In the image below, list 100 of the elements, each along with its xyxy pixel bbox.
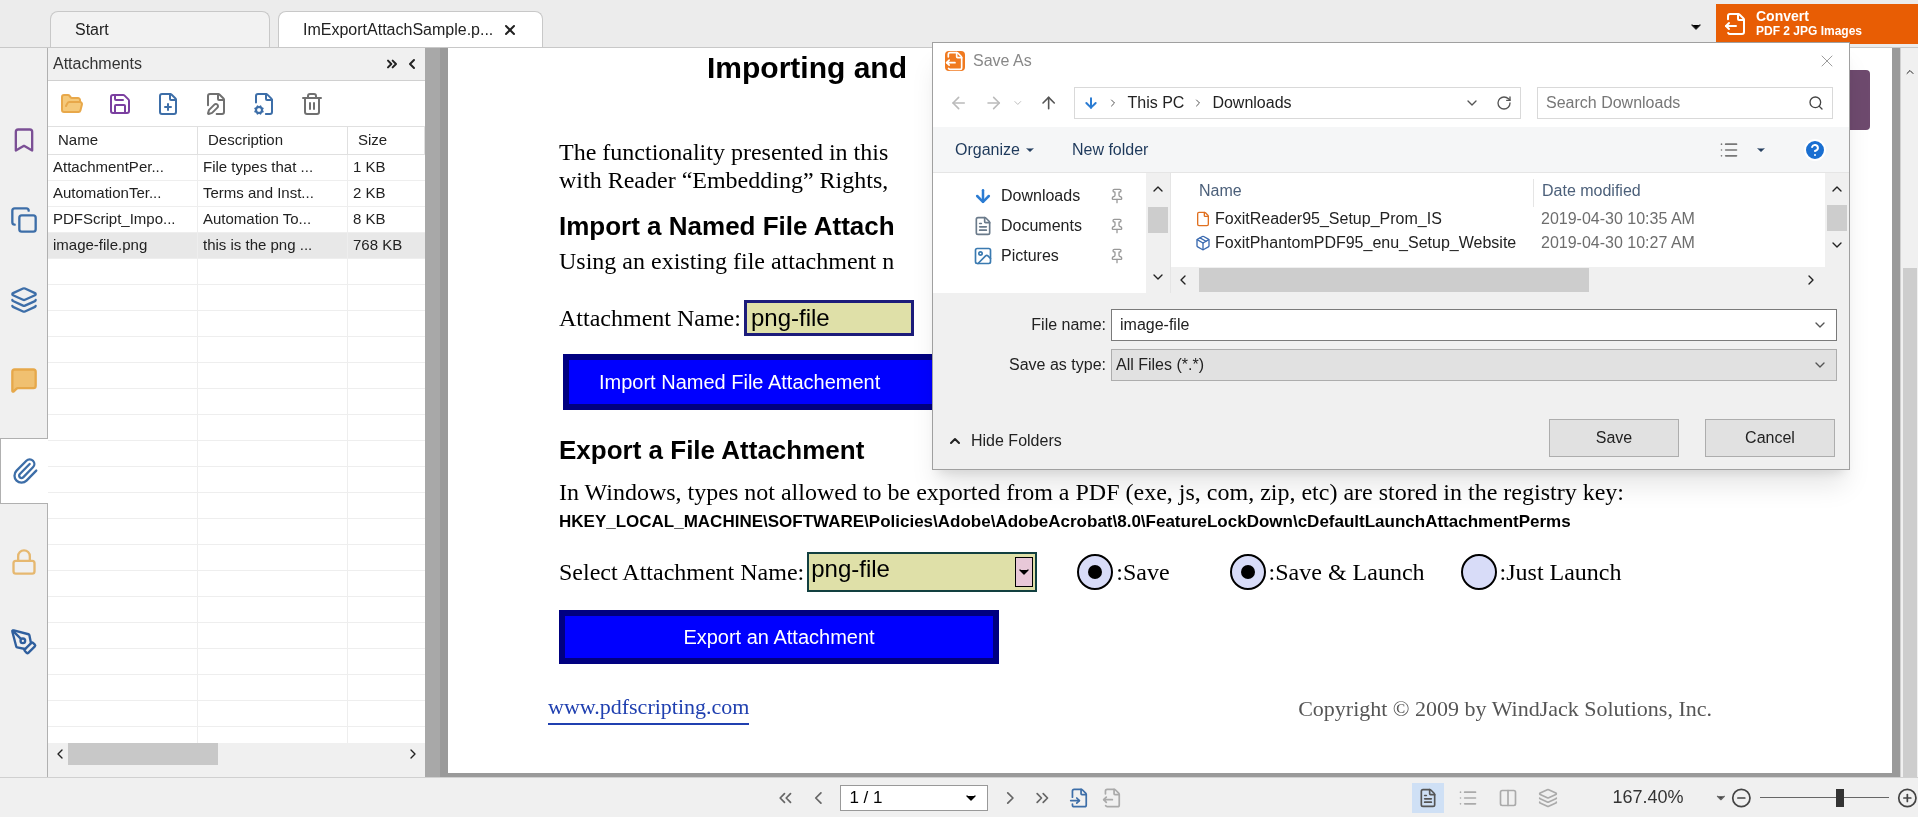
table-cell-text: 768 KB [352, 235, 404, 256]
banner-title: Convert [1756, 9, 1810, 24]
convert-banner[interactable]: Convert PDF 2 JPG Images [1716, 4, 1918, 44]
option-radio[interactable] [1229, 554, 1266, 590]
option-label: :Save [1116, 558, 1170, 587]
section-heading: Import a Named File Attach [559, 210, 895, 242]
attachment-row[interactable]: image-file.png this is the png ... 768 KB [48, 233, 425, 259]
scrollbar-thumb[interactable] [1148, 207, 1168, 233]
edit-file-icon[interactable] [204, 91, 228, 116]
option-label: :Save & Launch [1268, 558, 1425, 587]
paragraph: In Windows, types not allowed to be exported from a PDF (exe, js, com, zip, etc) are stored in the registry key: [559, 478, 1624, 506]
column-header[interactable]: Name [48, 127, 198, 154]
picture-icon [973, 246, 993, 266]
app-icon [945, 51, 965, 71]
lock-icon [10, 548, 38, 576]
dropdown-icon[interactable] [1015, 557, 1034, 587]
tab-label: ImExportAttachSample.p... [303, 19, 494, 40]
file-row[interactable]: FoxitPhantomPDF95_enu_Setup_Website 2019-04-30 10:27 AM [1171, 231, 1825, 255]
file-row[interactable]: FoxitReader95_Setup_Prom_IS 2019-04-30 10:35 AM [1171, 207, 1825, 231]
table-cell-text: 1 KB [352, 157, 387, 178]
export-button[interactable]: Export an Attachment [559, 610, 999, 664]
slider-thumb[interactable] [1836, 788, 1845, 807]
breadcrumb-item[interactable]: This PC [1127, 91, 1185, 115]
continuous-facing-icon [1538, 787, 1559, 808]
new-folder-button[interactable]: New folder [1071, 137, 1149, 162]
trash-icon[interactable] [300, 91, 324, 116]
document-title: Importing and [707, 50, 907, 86]
column-header[interactable]: Name [1171, 179, 1533, 207]
search-field[interactable]: Search Downloads [1537, 87, 1833, 119]
registry-key: HKEY_LOCAL_MACHINE\SOFTWARE\Policies\Adobe\AdobeAcrobat\8.0\FeatureLockDown\cDefaultLaunchAttachmentPerms [559, 510, 1571, 534]
document-tab[interactable]: Start [50, 11, 270, 47]
pin-icon[interactable] [1109, 188, 1125, 204]
nav-item[interactable]: Pictures [973, 245, 1146, 267]
pages-icon [10, 206, 38, 234]
refresh-icon[interactable] [1496, 95, 1512, 111]
table-cell: File types that ... [198, 155, 348, 180]
attachment-row[interactable]: AttachmentPer... File types that ... 1 KB [48, 155, 425, 181]
table-cell: Terms and Inst... [198, 181, 348, 206]
table-cell-text: 8 KB [352, 209, 387, 230]
section-heading: Export a File Attachment [559, 434, 865, 466]
attachment-select[interactable]: png-file [807, 552, 1038, 592]
save-icon[interactable] [108, 91, 132, 116]
hide-folders-button[interactable]: Hide Folders [947, 429, 1062, 453]
single-page-icon [1418, 787, 1439, 808]
comments-icon [10, 366, 38, 394]
table-cell: PDFScript_Impo... [48, 207, 198, 232]
view-mode-button[interactable] [1412, 782, 1445, 813]
convert-icon [1724, 12, 1748, 36]
pin-icon[interactable] [1109, 248, 1125, 264]
scrollbar-thumb[interactable] [1199, 268, 1589, 292]
panel-tab[interactable] [0, 438, 48, 504]
zoom-value: 167.40% [1612, 786, 1684, 809]
paperclip-icon [10, 457, 39, 485]
file-icon [1195, 211, 1211, 227]
pen-icon [10, 628, 38, 656]
scrollbar-thumb[interactable] [68, 743, 218, 765]
option-label: :Just Launch [1499, 558, 1622, 587]
document-tab[interactable]: ImExportAttachSample.p... [278, 11, 543, 47]
page-number-field[interactable]: 1 / 1 [840, 784, 988, 811]
nav-item[interactable]: Downloads [973, 185, 1146, 207]
zoom-slider[interactable] [1760, 787, 1890, 808]
table-cell-text: 2 KB [352, 183, 387, 204]
column-header[interactable]: Description [198, 127, 348, 154]
organize-button[interactable]: Organize [955, 137, 1036, 162]
paragraph: Using an existing file attachment n [559, 247, 895, 276]
scrollbar-thumb[interactable] [1827, 205, 1847, 231]
attachment-row[interactable]: AutomationTer... Terms and Inst... 2 KB [48, 181, 425, 207]
column-header[interactable]: Date modified [1533, 179, 1641, 207]
field-label: Attachment Name: [559, 304, 741, 333]
option-radio[interactable] [1077, 554, 1114, 590]
facing-page-icon [1498, 787, 1519, 808]
pin-icon[interactable] [1109, 218, 1125, 234]
breadcrumb-item[interactable]: Downloads [1212, 91, 1292, 115]
address-bar[interactable]: This PC Downloads [1074, 87, 1521, 119]
cancel-button[interactable]: Cancel [1705, 419, 1835, 457]
file-name-field[interactable]: image-file [1111, 309, 1837, 341]
paragraph-line: with Reader “Embedding” Rights, [559, 166, 889, 194]
website-link[interactable]: www.pdfscripting.com [548, 690, 750, 725]
save-button[interactable]: Save [1549, 419, 1679, 457]
option-radio[interactable] [1460, 554, 1497, 590]
attachment-name-field[interactable]: png-file [743, 300, 914, 336]
installer-icon [1195, 235, 1211, 251]
scrollbar-thumb[interactable] [1902, 268, 1917, 777]
table-cell: this is the png ... [198, 233, 348, 258]
field-label: Save as type: [1008, 355, 1107, 375]
table-cell: image-file.png [48, 233, 198, 258]
copyright-text: Copyright © 2009 by WindJack Solutions, Inc. [1298, 695, 1712, 723]
table-cell: AutomationTer... [48, 181, 198, 206]
nav-item[interactable]: Documents [973, 215, 1146, 237]
attachment-row[interactable]: PDFScript_Impo... Automation To... 8 KB [48, 207, 425, 233]
panel-title: Attachments [53, 54, 142, 74]
file-settings-icon[interactable] [252, 91, 276, 116]
save-type-select[interactable]: All Files (*.*) [1111, 349, 1837, 381]
field-label: File name: [1030, 315, 1107, 335]
help-icon[interactable] [1803, 137, 1827, 162]
add-file-icon[interactable] [156, 91, 180, 116]
paragraph-line: The functionality presented in this [559, 138, 889, 166]
table-cell: AttachmentPer... [48, 155, 198, 180]
banner-subtitle: PDF 2 JPG Images [1756, 24, 1863, 39]
dialog-title: Save As [973, 51, 1032, 71]
